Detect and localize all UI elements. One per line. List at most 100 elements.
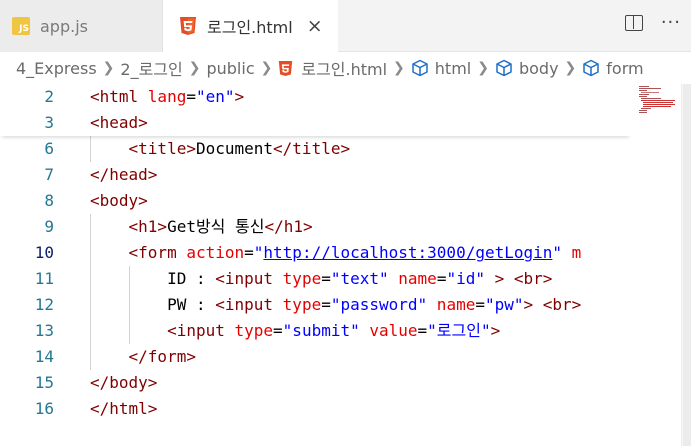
minimap-line: [641, 92, 659, 93]
code-token: </h1>: [264, 217, 313, 236]
code-token: =: [186, 87, 196, 106]
code-line[interactable]: 12 PW : <input type="password" name="pw"…: [0, 292, 631, 318]
html5-file-icon: [278, 60, 293, 77]
breadcrumb-item-public[interactable]: public: [206, 59, 254, 78]
code-text: <h1>Get방식 통신</h1>: [90, 214, 313, 240]
breadcrumb-label: body: [518, 58, 559, 78]
code-text: <body>: [90, 188, 148, 214]
code-token: >: [490, 321, 501, 340]
minimap-line: [639, 94, 649, 95]
code-token: </body>: [90, 373, 158, 392]
code-token: http://localhost:3000/getLogin: [263, 243, 553, 262]
code-token: =: [436, 269, 447, 288]
code-token: type: [282, 269, 322, 288]
chevron-right-icon: ❯: [564, 60, 577, 76]
code-token: =: [273, 321, 283, 340]
breadcrumb-item-file[interactable]: 로그인.html: [278, 56, 387, 80]
code-line[interactable]: 6 <title>Document</title>: [0, 136, 631, 162]
breadcrumb-item-form[interactable]: form: [582, 59, 644, 78]
code-editor[interactable]: 2 <html lang="en"> 3 <head> 6 <title>Docume…: [0, 84, 631, 446]
breadcrumb-item-body[interactable]: body: [495, 59, 559, 78]
line-number: 12: [34, 295, 54, 314]
minimap-line: [639, 112, 647, 113]
code-token: =: [417, 321, 428, 340]
code-line[interactable]: 7 </head>: [0, 162, 631, 188]
code-token: m: [562, 243, 582, 262]
breadcrumb-item-html[interactable]: html: [411, 59, 471, 78]
code-token: ": [552, 243, 563, 262]
code-token: type: [282, 295, 322, 314]
split-editor-icon[interactable]: [624, 15, 643, 31]
html5-file-icon: [179, 16, 197, 36]
vertical-scrollbar[interactable]: [681, 84, 691, 446]
code-token: </form>: [90, 347, 196, 366]
chevron-right-icon: ❯: [477, 60, 489, 76]
more-actions-icon[interactable]: ···: [661, 14, 681, 32]
code-line[interactable]: 13 <input type="submit" value="로그인">: [0, 318, 631, 344]
cube-icon: [582, 59, 600, 77]
line-number: 9: [44, 217, 54, 236]
minimap-line: [639, 90, 647, 91]
breadcrumb-item-4-express[interactable]: 4_Express: [16, 59, 97, 78]
code-line[interactable]: 3 <head>: [0, 110, 631, 136]
editor-tab-bar: JS app.js 로그인.html × ···: [0, 0, 691, 52]
minimap-line: [639, 86, 649, 87]
code-token: > <br>: [523, 295, 582, 314]
code-token: Get방식 통신: [167, 217, 265, 236]
breadcrumb-label: 로그인.html: [301, 60, 388, 79]
line-number: 10: [34, 243, 54, 262]
code-token: > <br>: [484, 269, 553, 288]
editor-actions: ···: [624, 14, 681, 32]
code-line[interactable]: 9 <h1>Get방식 통신</h1>: [0, 214, 631, 240]
code-token: <form: [90, 243, 187, 262]
minimap-line: [643, 102, 673, 103]
breadcrumb: 4_Express ❯ 2_로그인 ❯ public ❯ 로그인.html ❯ …: [0, 52, 691, 84]
indent-guide: [90, 136, 91, 162]
scrollbar-thumb[interactable]: [683, 84, 691, 446]
code-token: </head>: [90, 165, 158, 184]
code-token: <h1>: [90, 217, 168, 236]
code-line[interactable]: 11 ID : <input type="text" name="id" > <…: [0, 266, 631, 292]
code-token: ": [253, 243, 264, 262]
chevron-right-icon: ❯: [102, 60, 115, 76]
code-text: </form>: [90, 344, 196, 370]
code-line[interactable]: 8 <body>: [0, 188, 631, 214]
close-icon[interactable]: ×: [307, 16, 323, 36]
line-number: 15: [34, 373, 54, 392]
code-token: >: [234, 87, 245, 106]
code-token: =: [321, 269, 331, 288]
code-token: Document: [195, 139, 274, 158]
indent-guide: [90, 214, 91, 370]
breadcrumb-item-2-login[interactable]: 2_로그인: [120, 56, 182, 80]
code-line[interactable]: 14 </form>: [0, 344, 631, 370]
code-token: </html>: [90, 399, 158, 418]
code-text: <head>: [90, 110, 148, 136]
code-token: <html: [90, 87, 148, 106]
minimap-line: [639, 110, 647, 111]
code-token: =: [321, 295, 331, 314]
tab-app-js[interactable]: JS app.js: [0, 0, 163, 52]
js-file-icon: JS: [12, 17, 30, 35]
code-token: ID :: [90, 269, 216, 288]
tab-login-html[interactable]: 로그인.html ×: [163, 0, 338, 52]
sticky-scroll-header[interactable]: 2 <html lang="en"> 3 <head>: [0, 84, 631, 136]
code-token: </title>: [273, 139, 351, 158]
code-line[interactable]: 2 <html lang="en">: [0, 84, 631, 110]
code-token: "pw": [484, 295, 524, 314]
code-line[interactable]: 16 </html>: [0, 396, 631, 422]
minimap-line: [639, 88, 661, 89]
line-number: 13: [34, 321, 54, 340]
line-number: 3: [44, 113, 54, 132]
minimap-line: [641, 100, 675, 101]
code-line[interactable]: 10 <form action="http://localhost:3000/g…: [0, 240, 631, 266]
code-line[interactable]: 15 </body>: [0, 370, 631, 396]
code-text: <html lang="en">: [90, 84, 244, 110]
code-token: action: [186, 243, 245, 262]
code-text: </head>: [90, 162, 157, 188]
line-number: 7: [44, 165, 54, 184]
code-text: </body>: [90, 370, 157, 396]
code-text: <form action="http://localhost:3000/getL…: [90, 240, 582, 266]
minimap[interactable]: [633, 84, 681, 446]
code-token: <title>: [90, 139, 196, 158]
code-token: value: [359, 321, 418, 340]
